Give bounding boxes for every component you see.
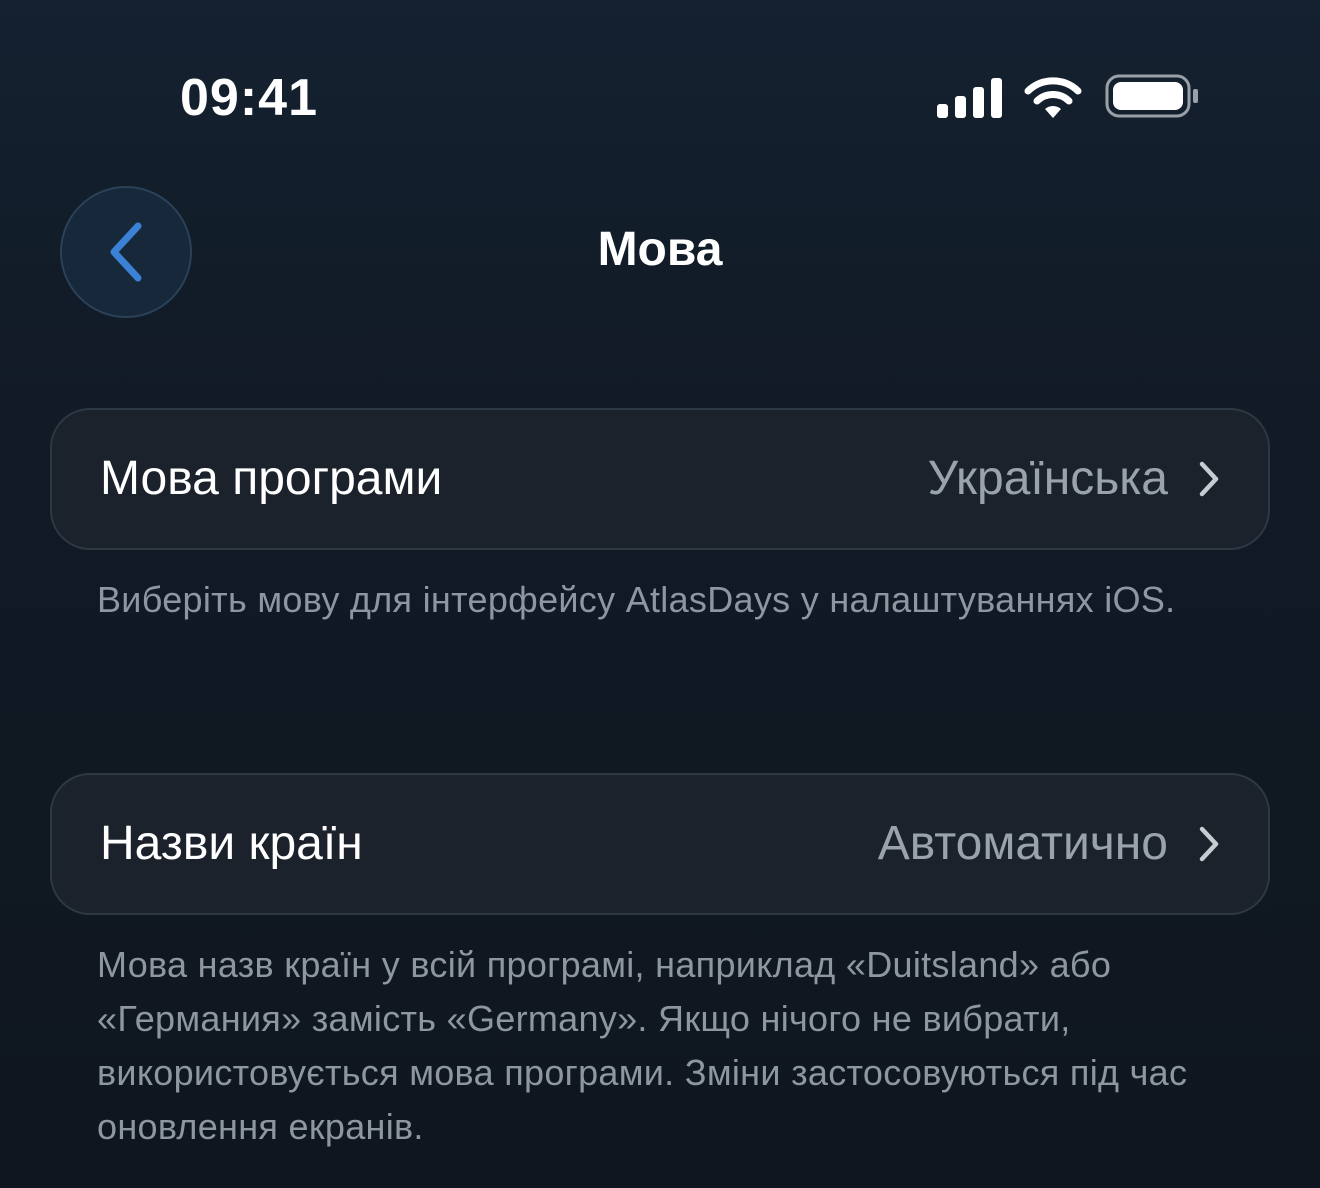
country-names-footnote: Мова назв країн у всій програмі, наприкл… (97, 944, 1188, 1147)
app-language-value: Українська (927, 452, 1168, 505)
status-icons (935, 72, 1205, 122)
country-names-row[interactable]: Назви країн Автоматично (50, 773, 1270, 915)
page-title: Мова (597, 223, 723, 276)
wifi-icon (1024, 77, 1082, 118)
country-names-value: Автоматично (877, 817, 1168, 870)
app-language-row[interactable]: Мова програми Українська (50, 408, 1270, 550)
cellular-signal-icon (937, 78, 1002, 118)
app-language-footnote: Виберіть мову для інтерфейсу AtlasDays у… (97, 579, 1176, 620)
chevron-right-icon (1199, 461, 1219, 497)
battery-icon (1105, 74, 1198, 118)
status-bar: 09:41 (0, 0, 1320, 190)
country-names-label: Назви країн (100, 817, 363, 870)
chevron-right-icon (1199, 826, 1219, 862)
app-language-label: Мова програми (100, 452, 443, 505)
status-time: 09:41 (180, 69, 318, 127)
